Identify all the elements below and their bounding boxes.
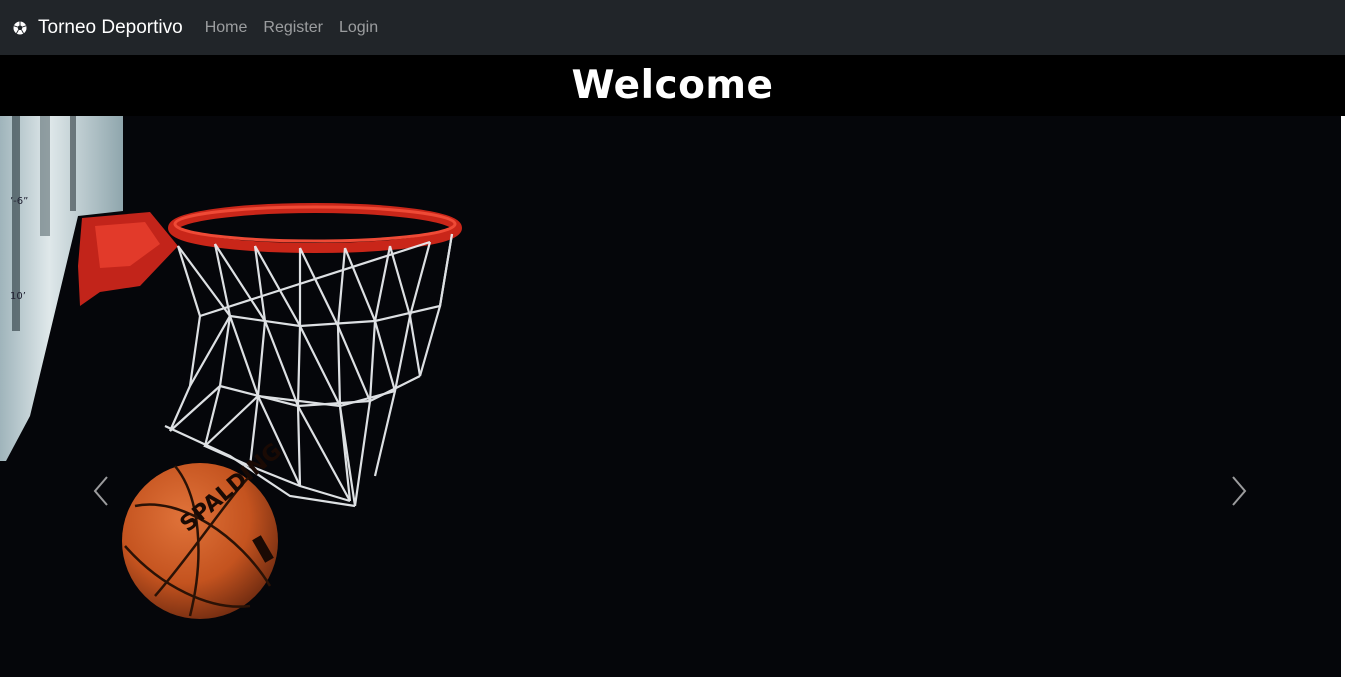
- chevron-left-icon: [93, 476, 108, 506]
- nav-link-home[interactable]: Home: [205, 19, 248, 37]
- page-edge-right: [1341, 116, 1345, 679]
- welcome-banner: Welcome: [0, 55, 1345, 116]
- nav-link-register[interactable]: Register: [263, 19, 323, 37]
- chevron-right-icon: [1232, 476, 1247, 506]
- top-navbar: Torneo Deportivo Home Register Login: [0, 0, 1345, 55]
- brand-link[interactable]: Torneo Deportivo: [12, 17, 183, 39]
- nav-link-login[interactable]: Login: [339, 19, 378, 37]
- svg-text:10’: 10’: [10, 291, 26, 302]
- carousel-next-button[interactable]: [1227, 471, 1251, 511]
- page-title: Welcome: [571, 63, 774, 108]
- brand-text: Torneo Deportivo: [38, 16, 183, 38]
- basketball-hoop-image: ’-6” 10’ SPALDING: [0, 116, 1341, 677]
- carousel-prev-button[interactable]: [89, 471, 113, 511]
- svg-text:’-6”: ’-6”: [10, 196, 28, 207]
- image-carousel: ’-6” 10’ SPALDING: [0, 116, 1341, 677]
- soccer-ball-icon: [12, 20, 28, 36]
